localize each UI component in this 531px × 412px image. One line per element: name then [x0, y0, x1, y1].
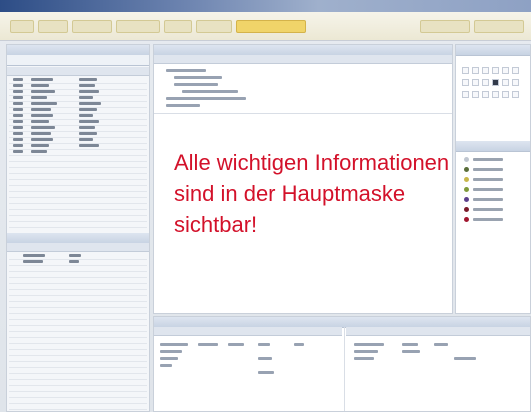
toolbar-button-5[interactable] [164, 20, 192, 33]
legend-item [464, 207, 524, 213]
legend-dot-icon [464, 157, 469, 162]
legend-item [464, 167, 524, 173]
detail-panel [153, 316, 531, 412]
legend-item [464, 217, 524, 223]
person-icon[interactable] [502, 91, 509, 98]
person-icon[interactable] [482, 67, 489, 74]
table-cell[interactable] [354, 343, 384, 346]
person-icon[interactable] [502, 79, 509, 86]
table-cell[interactable] [198, 343, 218, 346]
caption-line-1: Alle wichtigen Informationen [174, 150, 450, 175]
table-cell[interactable] [258, 371, 274, 374]
legend-dot-icon [464, 167, 469, 172]
legend-dot-icon [464, 207, 469, 212]
person-icon[interactable] [492, 67, 499, 74]
legend-dot-icon [464, 217, 469, 222]
caption-line-2: sind in der Hauptmaske [174, 181, 406, 206]
tree-node[interactable] [166, 104, 200, 107]
table-cell[interactable] [258, 343, 270, 346]
left-subpanel-column-header [7, 243, 149, 252]
main-panel-tabs[interactable] [154, 55, 452, 64]
left-panel [6, 44, 150, 412]
table-cell[interactable] [160, 350, 182, 353]
person-icon[interactable] [512, 67, 519, 74]
person-icon[interactable] [472, 91, 479, 98]
table-cell[interactable] [258, 357, 272, 360]
person-icon[interactable] [492, 79, 499, 86]
toolbar-button-7[interactable] [420, 20, 470, 33]
toolbar-button-6[interactable] [196, 20, 232, 33]
legend-item [464, 177, 524, 183]
legend-header [456, 141, 530, 152]
caption-line-3: sichtbar! [174, 212, 258, 237]
person-icon[interactable] [512, 79, 519, 86]
toolbar-button-3[interactable] [72, 20, 112, 33]
detail-divider [344, 327, 345, 411]
person-icon[interactable] [502, 67, 509, 74]
person-icon[interactable] [472, 67, 479, 74]
list-item[interactable] [9, 403, 147, 410]
list-item[interactable] [9, 221, 147, 228]
tree-node[interactable] [166, 69, 206, 72]
detail-table-header-left [154, 327, 342, 336]
detail-table-header-right [346, 327, 530, 336]
application-window: Alle wichtigen Informationen sind in der… [0, 0, 531, 412]
table-cell[interactable] [160, 357, 178, 360]
person-icon[interactable] [462, 91, 469, 98]
table-cell[interactable] [354, 357, 374, 360]
left-list-column-header [7, 67, 149, 76]
tree-node[interactable] [166, 97, 246, 100]
table-cell[interactable] [454, 357, 476, 360]
legend-dot-icon [464, 177, 469, 182]
person-icon[interactable] [492, 91, 499, 98]
legend-dot-icon [464, 187, 469, 192]
legend-item [464, 197, 524, 203]
person-icon[interactable] [482, 91, 489, 98]
toolbar-button-2[interactable] [38, 20, 68, 33]
table-cell[interactable] [402, 350, 420, 353]
legend-dot-icon [464, 197, 469, 202]
right-panel-header [456, 45, 530, 56]
table-cell[interactable] [434, 343, 448, 346]
table-cell[interactable] [160, 343, 188, 346]
caption-overlay: Alle wichtigen Informationen sind in der… [174, 147, 454, 240]
table-cell[interactable] [160, 364, 172, 367]
tree-node[interactable] [174, 83, 218, 86]
toolbar-button-1[interactable] [10, 20, 34, 33]
table-cell[interactable] [402, 343, 418, 346]
toolbar-button-active[interactable] [236, 20, 306, 33]
left-panel-toolbar [7, 55, 149, 66]
toolbar-button-4[interactable] [116, 20, 160, 33]
title-bar [0, 0, 531, 12]
person-icon[interactable] [462, 67, 469, 74]
person-icon[interactable] [462, 79, 469, 86]
right-panel [455, 44, 531, 314]
toolbar [0, 12, 531, 41]
person-icon[interactable] [512, 91, 519, 98]
main-panel-divider [154, 113, 452, 114]
legend-item [464, 187, 524, 193]
toolbar-button-8[interactable] [474, 20, 524, 33]
table-cell[interactable] [228, 343, 244, 346]
legend-item [464, 157, 524, 163]
tree-node[interactable] [182, 90, 238, 93]
table-cell[interactable] [354, 350, 378, 353]
tree-node[interactable] [174, 76, 222, 79]
person-icon[interactable] [482, 79, 489, 86]
table-cell[interactable] [294, 343, 304, 346]
person-icon[interactable] [472, 79, 479, 86]
